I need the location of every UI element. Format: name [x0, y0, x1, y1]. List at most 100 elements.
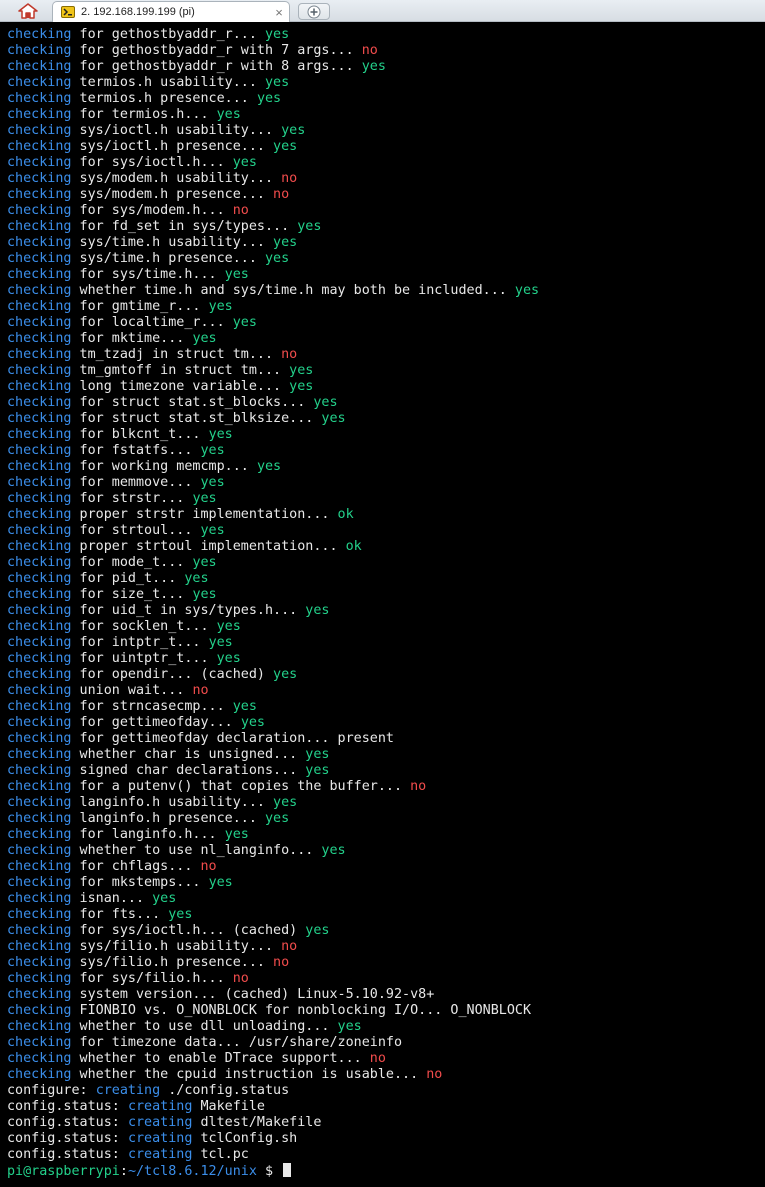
line-text: whether char is unsigned... [71, 747, 306, 762]
line-keyword: checking [7, 299, 72, 314]
line-result: no [273, 955, 290, 970]
line-keyword: checking [7, 267, 72, 282]
terminal-line: checking sys/filio.h presence... no [7, 955, 765, 971]
line-text: sys/time.h presence... [71, 251, 265, 266]
line-keyword: checking [7, 459, 72, 474]
line-text: for blkcnt_t... [71, 427, 209, 442]
line-keyword: checking [7, 923, 72, 938]
line-text: for strstr... [71, 491, 193, 506]
tab-close-icon[interactable]: × [269, 5, 289, 20]
status-line: config.status: creating tclConfig.sh [7, 1131, 765, 1147]
line-keyword: checking [7, 203, 72, 218]
terminal-line: checking termios.h presence... yes [7, 91, 765, 107]
line-keyword: checking [7, 523, 72, 538]
line-text: for mkstemps... [71, 875, 209, 890]
line-keyword: checking [7, 107, 72, 122]
tab-session[interactable]: 2. 192.168.199.199 (pi) × [52, 1, 290, 22]
terminal-line: checking sys/time.h presence... yes [7, 251, 765, 267]
terminal-line: checking for pid_t... yes [7, 571, 765, 587]
line-keyword: checking [7, 827, 72, 842]
line-text: whether to use dll unloading... [71, 1019, 338, 1034]
line-keyword: checking [7, 667, 72, 682]
line-text: for mktime... [71, 331, 193, 346]
status-target: Makefile [192, 1099, 265, 1114]
line-text: for intptr_t... [71, 635, 209, 650]
terminal-line: checking for sys/ioctl.h... yes [7, 155, 765, 171]
line-keyword: checking [7, 715, 72, 730]
line-keyword: checking [7, 1003, 72, 1018]
text-cursor[interactable] [283, 1163, 292, 1177]
terminal-line: checking for sys/time.h... yes [7, 267, 765, 283]
line-result: yes [184, 571, 209, 586]
status-keyword: creating [127, 1099, 193, 1114]
line-result: yes [208, 635, 233, 650]
terminal-line: checking for intptr_t... yes [7, 635, 765, 651]
line-result: yes [289, 363, 314, 378]
line-result: yes [305, 747, 330, 762]
line-text: for struct stat.st_blksize... [71, 411, 322, 426]
terminal-line: checking for mode_t... yes [7, 555, 765, 571]
terminal-line: checking for fts... yes [7, 907, 765, 923]
line-text: for opendir... (cached) [71, 667, 274, 682]
line-text: for strncasecmp... [71, 699, 233, 714]
line-keyword: checking [7, 427, 72, 442]
line-text: termios.h usability... [71, 75, 265, 90]
status-target: dltest/Makefile [192, 1115, 322, 1130]
line-keyword: checking [7, 379, 72, 394]
line-result: yes [200, 443, 225, 458]
line-keyword: checking [7, 251, 72, 266]
terminal-output[interactable]: checking for gethostbyaddr_r... yes check… [0, 22, 765, 1187]
line-keyword: checking [7, 411, 72, 426]
line-keyword: checking [7, 747, 72, 762]
line-keyword: checking [7, 91, 72, 106]
line-result: yes [208, 427, 233, 442]
terminal-line: checking for fstatfs... yes [7, 443, 765, 459]
status-target: ./config.status [160, 1083, 290, 1098]
terminal-line: checking for blkcnt_t... yes [7, 427, 765, 443]
line-keyword: checking [7, 635, 72, 650]
line-result: no [281, 347, 298, 362]
line-keyword: checking [7, 603, 72, 618]
line-result: yes [168, 907, 193, 922]
line-result: yes [281, 123, 306, 138]
line-result: yes [273, 139, 298, 154]
tab-bar: 2. 192.168.199.199 (pi) × [0, 0, 765, 22]
line-text: proper strstr implementation... [71, 507, 338, 522]
terminal-line: checking sys/modem.h usability... no [7, 171, 765, 187]
line-result: no [192, 683, 209, 698]
line-keyword: checking [7, 171, 72, 186]
line-result: yes [232, 699, 257, 714]
line-text: for sys/ioctl.h... [71, 155, 233, 170]
line-keyword: checking [7, 555, 72, 570]
line-keyword: checking [7, 123, 72, 138]
line-result: yes [256, 91, 282, 106]
terminal-line: checking for memmove... yes [7, 475, 765, 491]
line-result: yes [305, 763, 330, 778]
line-text: for gethostbyaddr_r... [71, 27, 265, 42]
terminal-line: checking sys/filio.h usability... no [7, 939, 765, 955]
line-text: sys/time.h usability... [71, 235, 274, 250]
line-keyword: checking [7, 75, 72, 90]
line-text: tm_gmtoff in struct tm... [71, 363, 290, 378]
line-text: for pid_t... [71, 571, 185, 586]
shell-prompt: pi@raspberrypi:~/tcl8.6.12/unix $ [7, 1163, 765, 1179]
line-result: yes [337, 1019, 362, 1034]
tab-title: 2. 192.168.199.199 (pi) [81, 6, 195, 18]
status-prefix: config.status: [7, 1099, 128, 1114]
new-tab-button[interactable] [298, 3, 330, 20]
status-line: config.status: creating Makefile [7, 1099, 765, 1115]
status-prefix: configure: [7, 1083, 96, 1098]
line-result: yes [200, 475, 225, 490]
line-text: for fd_set in sys/types... [71, 219, 298, 234]
line-result: yes [216, 651, 241, 666]
prompt-symbol: $ [256, 1164, 282, 1179]
terminal-line: checking termios.h usability... yes [7, 75, 765, 91]
line-text: signed char declarations... [71, 763, 306, 778]
home-button[interactable] [10, 0, 46, 22]
line-keyword: checking [7, 619, 72, 634]
line-result: yes [514, 283, 540, 298]
line-keyword: checking [7, 1019, 72, 1034]
terminal-line: checking for mktime... yes [7, 331, 765, 347]
line-result: yes [192, 491, 217, 506]
line-keyword: checking [7, 939, 72, 954]
